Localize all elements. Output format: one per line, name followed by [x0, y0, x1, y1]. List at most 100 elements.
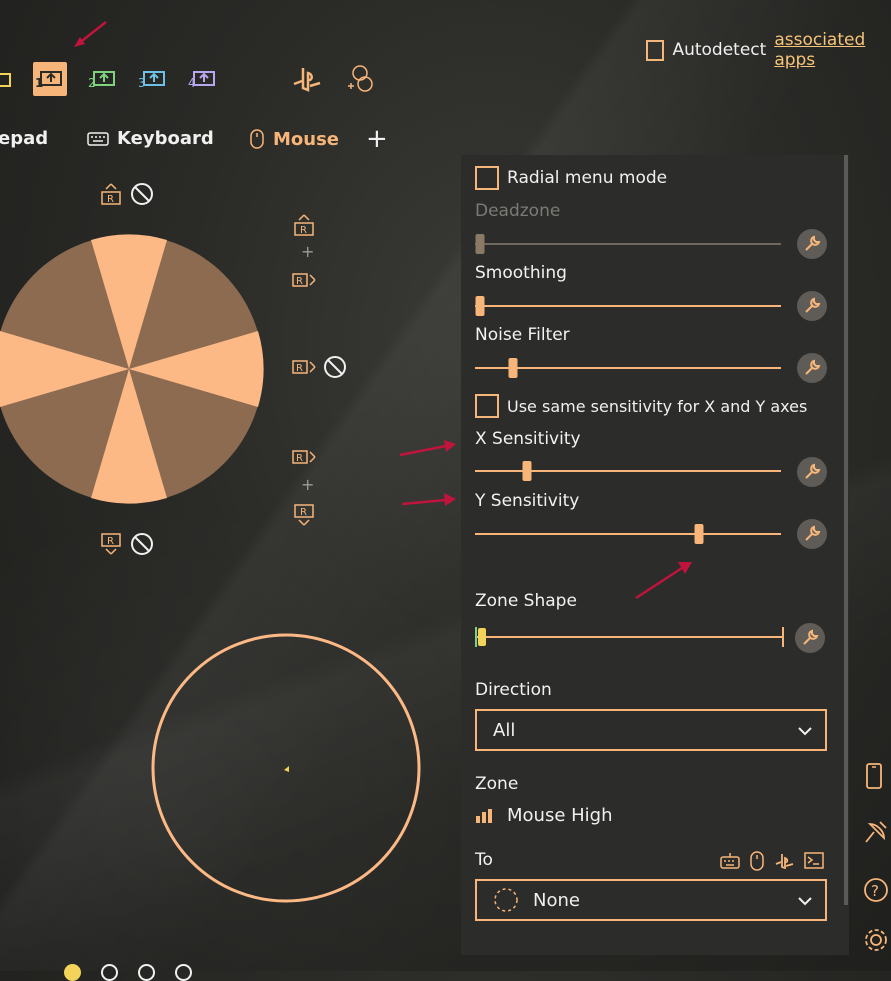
phone-icon[interactable]: [862, 762, 886, 792]
direction-label: Direction: [475, 680, 552, 700]
to-value: None: [533, 889, 580, 911]
tab-mouse-label: Mouse: [273, 128, 340, 150]
wrench-icon: [805, 235, 821, 251]
mouse-icon[interactable]: [750, 851, 764, 871]
direction-dropdown[interactable]: All: [475, 709, 827, 751]
none-circle-icon: [494, 888, 518, 912]
annotation-arrow-top: [74, 21, 107, 47]
stick-up-right-icon-a: R: [294, 214, 314, 236]
help-icon[interactable]: ?: [862, 876, 890, 904]
autodetect-row: Autodetect associated apps: [646, 30, 891, 70]
stick-right-binding[interactable]: R: [291, 355, 347, 379]
playstation-icon[interactable]: [774, 853, 794, 869]
deadzone-slider-thumb[interactable]: [475, 234, 485, 254]
deadzone-label: Deadzone: [475, 201, 561, 221]
keyboard-icon[interactable]: [720, 852, 740, 870]
to-dropdown[interactable]: None: [475, 879, 827, 921]
zone-shape-slider-track[interactable]: [475, 636, 783, 638]
slot-1-button[interactable]: 1: [33, 62, 67, 96]
stick-down-right-icon-b: R: [294, 504, 314, 526]
panel-scrollbar[interactable]: [844, 155, 848, 905]
tab-add-label: +: [366, 124, 388, 154]
smoothing-slider-thumb[interactable]: [475, 296, 485, 316]
stick-down-right-icon-a: R: [292, 450, 316, 464]
noise-filter-slider-thumb[interactable]: [508, 358, 518, 378]
y-sensitivity-slider-track[interactable]: [475, 533, 781, 535]
same-sensitivity-checkbox[interactable]: [475, 394, 499, 418]
y-sensitivity-label: Y Sensitivity: [475, 491, 580, 511]
zone-shape-start-marker: [475, 627, 477, 647]
x-sensitivity-slider-thumb[interactable]: [522, 461, 532, 481]
tab-add-button[interactable]: +: [366, 124, 388, 154]
stick-up-binding[interactable]: R: [98, 182, 154, 206]
zone-shape-end-marker[interactable]: [782, 627, 784, 647]
y-sensitivity-slider-thumb[interactable]: [694, 524, 704, 544]
noise-filter-wrench-button[interactable]: [797, 353, 827, 383]
annotation-arrow-x: [399, 440, 456, 457]
x-sensitivity-slider-track[interactable]: [475, 470, 781, 472]
combo-plus-1: +: [301, 242, 315, 261]
radial-menu-mode-row[interactable]: Radial menu mode: [475, 166, 667, 190]
same-sensitivity-label: Use same sensitivity for X and Y axes: [507, 396, 808, 416]
combo-plus-2: +: [301, 475, 315, 494]
tab-mouse[interactable]: Mouse: [249, 128, 339, 150]
x-sensitivity-wrench-button[interactable]: [797, 457, 827, 487]
settings-icon[interactable]: [862, 925, 890, 955]
slot-3-button[interactable]: 3: [136, 62, 170, 96]
svg-text:R: R: [300, 225, 307, 236]
svg-text:R: R: [296, 363, 303, 374]
slot-2-button[interactable]: 2: [86, 62, 120, 96]
stick-up-icon: R: [101, 183, 121, 205]
wrench-icon: [805, 359, 821, 375]
playstation-icon[interactable]: [291, 66, 323, 96]
gamepad-buttons-icon[interactable]: [344, 64, 376, 98]
svg-text:R: R: [296, 276, 303, 287]
zone-shape-wrench-button[interactable]: [795, 623, 825, 653]
svg-text:R: R: [296, 453, 303, 464]
tab-gamepad[interactable]: epad: [0, 128, 48, 149]
associated-apps-link[interactable]: associated apps: [774, 30, 891, 70]
smoothing-slider-track[interactable]: [475, 305, 781, 307]
zone-shape-thumb[interactable]: [478, 628, 486, 646]
wrench-icon: [805, 463, 821, 479]
terminal-icon[interactable]: [804, 852, 824, 870]
svg-text:R: R: [107, 536, 114, 547]
zone-preview-circle: [151, 633, 421, 903]
direction-value: All: [493, 719, 516, 741]
autodetect-checkbox[interactable]: [646, 39, 665, 61]
stick-down-binding[interactable]: R: [98, 532, 154, 556]
slot-2-number: 2: [88, 76, 96, 90]
slot-0-button[interactable]: [0, 62, 18, 96]
chevron-down-icon: [798, 897, 812, 906]
keyboard-icon: [87, 131, 109, 146]
to-label: To: [475, 850, 493, 870]
radial-menu-mode-checkbox[interactable]: [475, 166, 499, 190]
tab-keyboard-label: Keyboard: [117, 128, 214, 149]
slot-1-number: 1: [35, 76, 44, 90]
x-sensitivity-label: X Sensitivity: [475, 429, 581, 449]
tab-gamepad-label: epad: [0, 128, 49, 149]
zone-label: Zone: [475, 774, 519, 794]
wrench-icon: [803, 629, 819, 645]
noise-filter-slider-track[interactable]: [475, 367, 781, 369]
stick-up-right-icon-b: R: [292, 273, 316, 287]
stick-down-icon: R: [101, 533, 121, 555]
radial-wheel: [0, 234, 264, 504]
slot-3-number: 3: [138, 76, 146, 90]
deadzone-slider-track[interactable]: [475, 243, 781, 245]
mouse-icon: [250, 129, 264, 149]
satellite-icon[interactable]: [862, 818, 890, 846]
zone-value-row: Mouse High: [475, 805, 613, 826]
slot-4-number: 4: [188, 76, 196, 90]
zone-value: Mouse High: [507, 805, 613, 826]
slot-4-button[interactable]: 4: [186, 62, 220, 96]
smoothing-label: Smoothing: [475, 263, 567, 283]
page-dots[interactable]: [64, 964, 192, 981]
deadzone-wrench-button[interactable]: [797, 229, 827, 259]
same-sensitivity-row[interactable]: Use same sensitivity for X and Y axes: [475, 394, 807, 418]
blocked-icon: [324, 356, 346, 378]
y-sensitivity-wrench-button[interactable]: [797, 519, 827, 549]
annotation-arrow-y-thumb: [635, 562, 692, 600]
smoothing-wrench-button[interactable]: [797, 291, 827, 321]
tab-keyboard[interactable]: Keyboard: [87, 128, 214, 149]
